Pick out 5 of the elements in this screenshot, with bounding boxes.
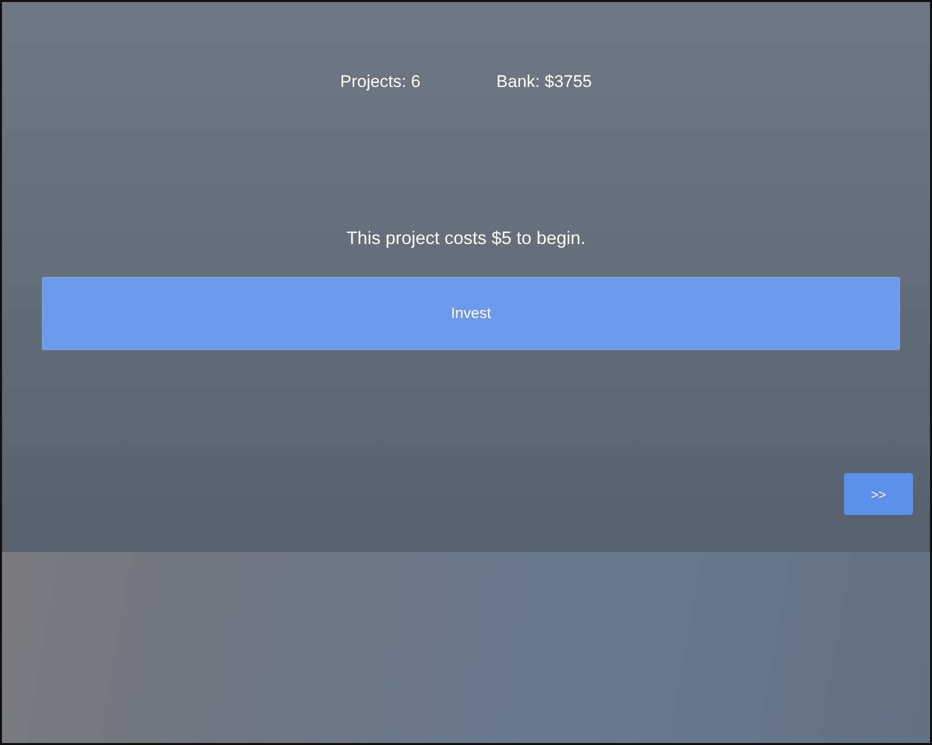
invest-button[interactable]: Invest xyxy=(42,277,900,350)
cost-message: This project costs $5 to begin. xyxy=(345,228,587,249)
stat-label: Projects: 6 xyxy=(340,72,420,93)
next-button[interactable]: >> xyxy=(844,473,913,515)
stat-label: Bank: $3755 xyxy=(496,72,592,93)
